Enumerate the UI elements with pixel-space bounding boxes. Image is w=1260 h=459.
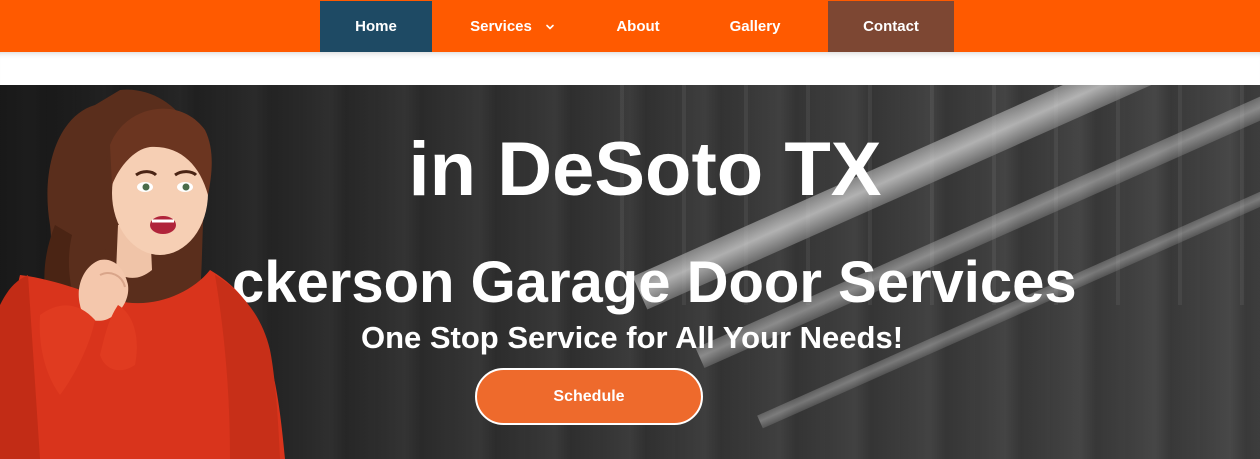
nav-contact-link[interactable]: Contact [828,1,954,52]
smiling-woman-image [0,89,285,459]
nav-services-label: Services [470,18,532,35]
nav-gallery-link[interactable]: Gallery [682,1,828,52]
nav-home-link[interactable]: Home [320,1,432,52]
schedule-button[interactable]: Schedule [475,368,703,425]
hero-company-heading: ckerson Garage Door Services [232,250,1077,315]
nav-gallery-label: Gallery [729,18,781,35]
nav-home-label: Home [355,18,397,35]
chevron-down-icon[interactable] [544,21,556,33]
nav-about-label: About [616,18,660,35]
nav-services-link[interactable]: Services [432,1,594,52]
nav-about-link[interactable]: About [594,1,682,52]
nav-contact-label: Contact [863,18,919,35]
nav-menu: Home Services About Gallery Contact [320,1,954,52]
top-navigation-bar: Home Services About Gallery Contact [0,0,1260,52]
